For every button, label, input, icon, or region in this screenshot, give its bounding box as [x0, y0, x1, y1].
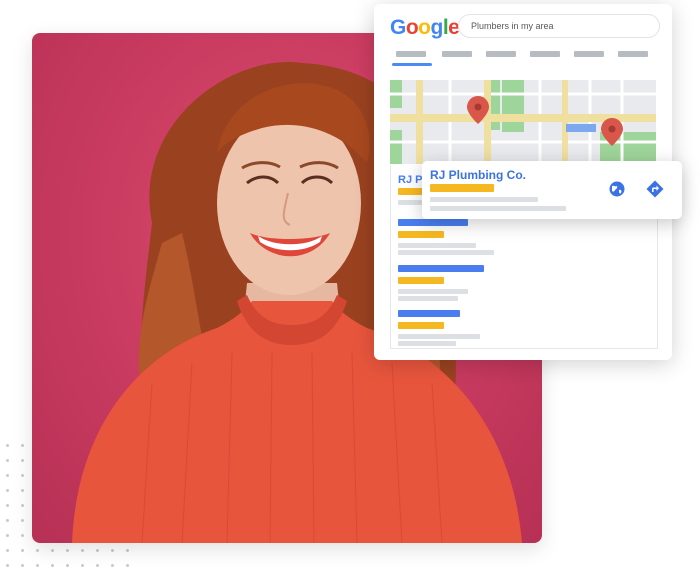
list-item[interactable]: [390, 303, 658, 349]
active-tab-indicator: [392, 63, 432, 66]
result-title: RJ P: [398, 174, 423, 186]
tab-3[interactable]: [486, 51, 516, 57]
map-view[interactable]: [390, 80, 656, 164]
tab-2[interactable]: [442, 51, 472, 57]
search-tabs: [396, 51, 660, 65]
tab-1[interactable]: [396, 51, 426, 57]
globe-icon[interactable]: [608, 180, 626, 198]
directions-icon[interactable]: [646, 180, 664, 198]
google-logo: Google: [390, 16, 460, 39]
business-listing-card[interactable]: RJ Plumbing Co.: [422, 161, 682, 219]
tab-6[interactable]: [618, 51, 648, 57]
list-item[interactable]: [390, 258, 658, 304]
business-name[interactable]: RJ Plumbing Co.: [430, 168, 526, 182]
tab-5[interactable]: [574, 51, 604, 57]
list-item[interactable]: [390, 212, 658, 259]
search-box[interactable]: [458, 14, 660, 38]
tab-4[interactable]: [530, 51, 560, 57]
search-input[interactable]: [459, 15, 651, 37]
